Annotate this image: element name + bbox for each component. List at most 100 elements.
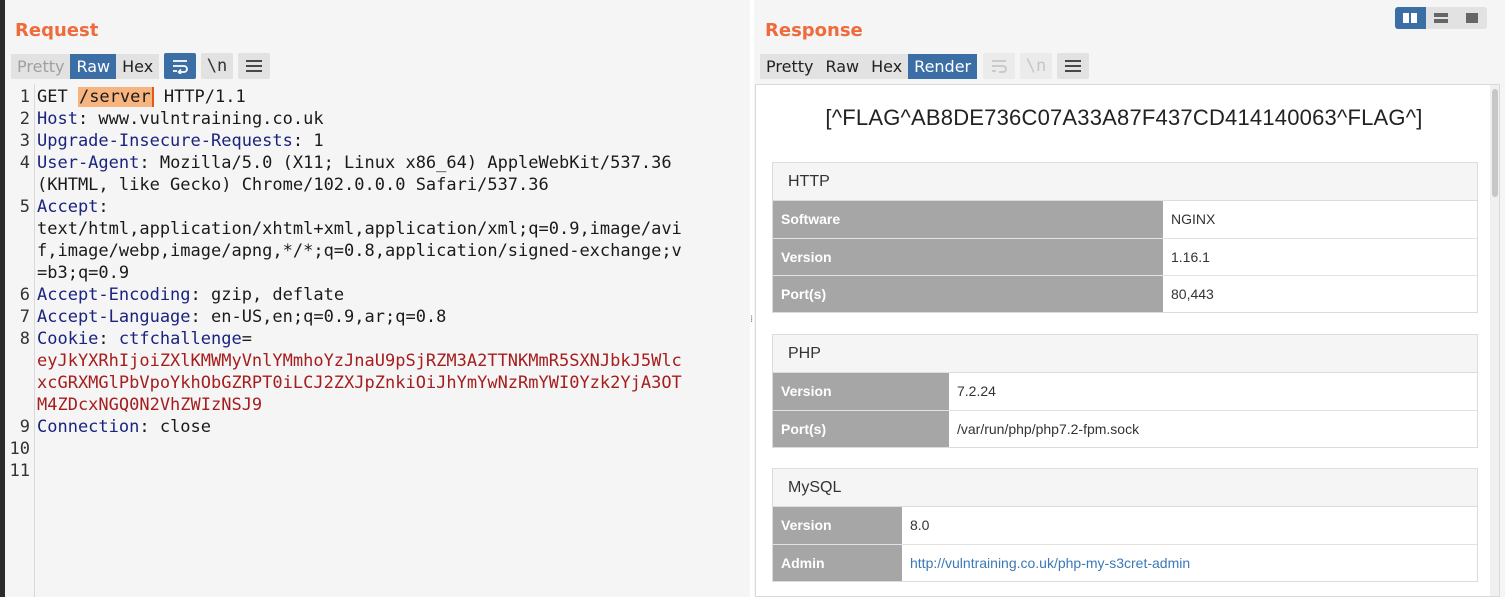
header-line: User-Agent: Mozilla/5.0 (X11; Linux x86_… [37,152,737,174]
layout-stacked-button[interactable] [1425,7,1457,29]
header-key: Accept [37,197,99,217]
rows-icon [1434,13,1448,23]
table-key: Software [773,201,1163,239]
header-line: Accept-Encoding: gzip, deflate [37,284,737,306]
line-number-gutter: 1 2 3 4 5 6 7 8 9 10 11 [5,84,35,597]
header-value: : gzip, deflate [190,285,345,305]
header-continuation: text/html,application/xhtml+xml,applicat… [37,219,682,239]
header-value: : [98,197,109,217]
panel-heading: PHP [773,335,1477,373]
tab-raw[interactable]: Raw [819,54,866,79]
request-line: GET /server HTTP/1.1 [37,86,737,108]
cookie-value: eyJkYXRhIjoiZXlKMWMyVnlYMmhoYzJnaU9pSjRZ… [37,351,682,371]
request-menu-button[interactable] [238,53,270,79]
header-key: Upgrade-Insecure-Requests [37,131,293,151]
wrap-lines-button[interactable] [983,53,1015,79]
table-row: Admin http://vulntraining.co.uk/php-my-s3… [773,544,1477,581]
header-value: : 1 [292,131,324,151]
admin-link[interactable]: http://vulntraining.co.uk/php-my-s3cret-… [910,555,1190,571]
table-value: /var/run/php/php7.2-fpm.sock [957,420,1140,437]
table-row: Version 7.2.24 [773,373,1477,411]
header-line: Host: www.vulntraining.co.uk [37,108,737,130]
header-line: Accept-Language: en-US,en;q=0.9,ar;q=0.8 [37,306,737,328]
newline-icon: \n [1025,56,1047,76]
table-row: Port(s) /var/run/php/php7.2-fpm.sock [773,410,1477,447]
tab-hex[interactable]: Hex [865,54,909,79]
line-number: 11 [9,461,30,481]
line-number: 5 [19,197,30,217]
header-value: : en-US,en;q=0.9,ar;q=0.8 [190,307,447,327]
table-value: 80,443 [1171,285,1214,302]
mysql-table: Version 8.0 Admin http://vulntraining.co.u… [773,507,1477,581]
response-view-tabs: Pretty Raw Hex Render [760,54,978,79]
tab-raw[interactable]: Raw [70,54,117,79]
cookie-line: Cookie: ctfchallenge= [37,328,737,350]
request-editor[interactable]: GET /server HTTP/1.1 Host: www.vulntrain… [37,86,737,438]
http-panel: HTTP Software NGINX Version 1.16.1 Port(s)… [772,162,1478,313]
scrollbar[interactable] [1490,85,1499,596]
line-number: 7 [19,307,30,327]
header-value: : www.vulntraining.co.uk [77,109,324,129]
flag-text: [^FLAG^AB8DE736C07A33A87F437CD414140063^… [825,105,1423,130]
table-row: Version 8.0 [773,507,1477,545]
wrap-lines-button[interactable] [164,53,196,79]
response-menu-button[interactable] [1057,53,1089,79]
header-line: Accept: [37,196,737,218]
layout-side-by-side-button[interactable] [1395,7,1426,29]
header-line: Upgrade-Insecure-Requests: 1 [37,130,737,152]
header-continuation: =b3;q=0.9 [37,263,130,283]
header-continuation: (KHTML, like Gecko) Chrome/102.0.0.0 Saf… [37,175,549,195]
selected-path[interactable]: /server [77,87,154,107]
tab-render[interactable]: Render [908,54,978,79]
line-number: 3 [19,131,30,151]
php-panel: PHP Version 7.2.24 Port(s) /var/run/php/ph… [772,334,1478,448]
scrollbar-thumb[interactable] [1492,89,1498,197]
http-method: GET [37,87,78,107]
header-value: : close [139,417,212,437]
panel-heading: HTTP [773,163,1477,201]
php-table: Version 7.2.24 Port(s) /var/run/php/php7.2… [773,373,1477,447]
wrap-lines-icon [992,60,1007,73]
wrap-lines-icon [173,60,188,74]
layout-toggle [1395,7,1487,29]
show-newlines-button[interactable]: \n [201,53,233,79]
header-key: Host [37,109,78,129]
line-number: 10 [9,439,30,459]
request-pane: Request Pretty Raw Hex \n 1 2 3 4 5 6 7 … [5,0,750,597]
cookie-name: ctfchallenge [118,329,242,349]
response-pane: Response Pretty Raw Hex Render \n [^FLAG… [754,0,1505,597]
header-line: Connection: close [37,416,737,438]
table-key: Port(s) [773,410,949,447]
table-value: 1.16.1 [1163,238,1477,276]
tab-hex[interactable]: Hex [116,54,160,79]
table-value: NGINX [1163,201,1477,239]
newline-icon: \n [206,56,228,76]
table-key: Version [773,373,949,411]
tab-pretty[interactable]: Pretty [11,54,71,79]
cookie-value: M4ZDcxNGQ0N2VhZWIzNSJ9 [37,395,263,415]
table-row: Software NGINX [773,201,1477,239]
rendered-response[interactable]: [^FLAG^AB8DE736C07A33A87F437CD414140063^… [755,84,1500,597]
hamburger-icon [1065,60,1081,72]
table-value: 7.2.24 [949,373,1477,411]
request-view-tabs: Pretty Raw Hex [11,54,160,79]
line-number: 9 [19,417,30,437]
cookie-separator: : [98,329,119,349]
tab-pretty[interactable]: Pretty [760,54,820,79]
table-row: Port(s) 80,443 [773,275,1477,312]
cookie-value: xcGRXMGlPbVpoYkhObGZRPT0iLCJ2ZXJpZnkiOiJ… [37,373,682,393]
http-protocol: HTTP/1.1 [153,87,246,107]
header-key: Cookie [37,329,99,349]
mysql-panel: MySQL Version 8.0 Admin http://vulntrainin… [772,468,1478,582]
line-number: 6 [19,285,30,305]
table-row: Version 1.16.1 [773,238,1477,276]
table-key: Version [773,238,1163,276]
line-number: 8 [19,329,30,349]
request-title: Request [15,20,99,41]
response-title: Response [765,20,863,41]
layout-single-button[interactable] [1456,7,1487,29]
table-key: Version [773,507,902,545]
show-newlines-button[interactable]: \n [1020,53,1052,79]
single-pane-icon [1465,13,1478,23]
table-value: 8.0 [902,507,1477,545]
